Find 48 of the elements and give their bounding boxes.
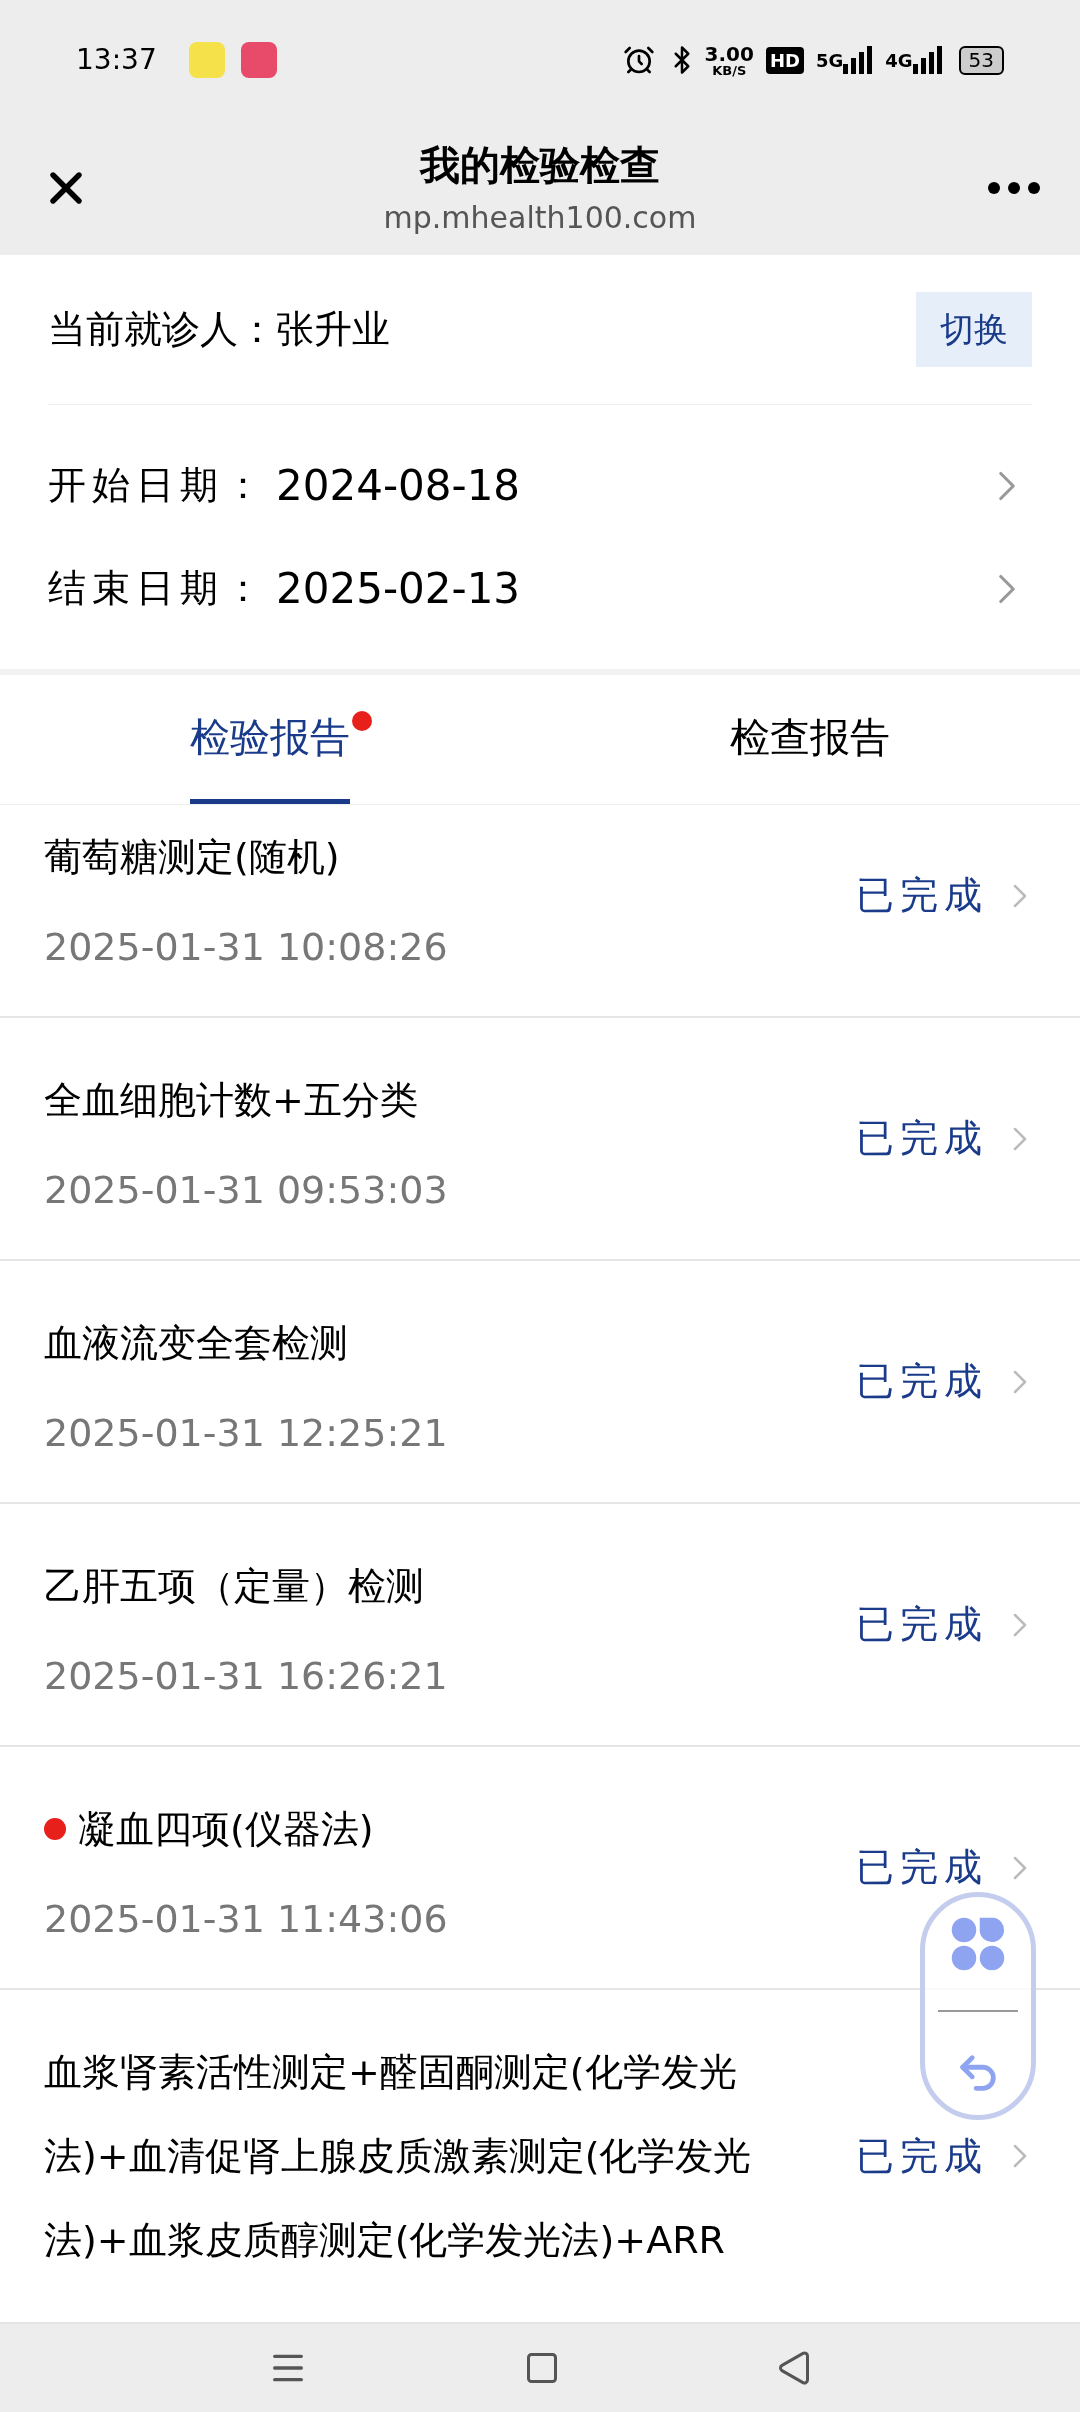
back-icon[interactable]	[776, 2350, 812, 2386]
report-status: 已完成	[856, 2132, 988, 2180]
report-row[interactable]: 葡萄糖测定(随机) 2025-01-31 10:08:26 已完成	[0, 805, 1080, 1018]
app-icon	[240, 42, 277, 78]
report-title: 血浆肾素活性测定+醛固酮测定(化学发光法)+血清促肾上腺皮质激素测定(化学发光法)+血浆皮质醇测定(化学发光法)+ARR	[44, 2049, 753, 2264]
page-url: mp.mhealth100.com	[383, 199, 697, 237]
report-time: 2025-01-31 10:08:26	[44, 924, 449, 971]
report-status: 已完成	[856, 872, 988, 919]
report-time: 2025-01-31 09:53:03	[44, 1167, 449, 1214]
date-row[interactable]: 结束日期： 2025-02-13	[48, 557, 1032, 620]
report-row[interactable]: 全血细胞计数+五分类 2025-01-31 09:53:03 已完成	[0, 1018, 1080, 1261]
date-row[interactable]: 开始日期： 2024-08-18	[48, 454, 1032, 517]
report-tab[interactable]: 检验报告	[190, 675, 350, 804]
home-icon[interactable]	[524, 2350, 560, 2386]
date-value: 2025-02-13	[276, 563, 521, 615]
report-time: 2025-01-31 16:26:21	[44, 1653, 449, 1700]
date-value: 2024-08-18	[276, 460, 521, 512]
clock: 13:37	[76, 42, 157, 78]
battery-icon: 53	[958, 45, 1004, 75]
network-speed: 3.00	[704, 43, 754, 64]
report-title: 全血细胞计数+五分类	[44, 1077, 418, 1124]
app-icon	[188, 42, 225, 78]
report-status: 已完成	[856, 1358, 988, 1405]
switch-button[interactable]: 切换	[916, 292, 1032, 367]
signal-icon	[912, 46, 943, 74]
more-icon	[988, 181, 1040, 194]
report-row[interactable]: 血液流变全套检测 2025-01-31 12:25:21 已完成	[0, 1261, 1080, 1504]
report-row[interactable]: 乙肝五项（定量）检测 2025-01-31 16:26:21 已完成	[0, 1504, 1080, 1747]
report-title: 凝血四项(仪器法)	[78, 1806, 374, 1853]
report-status: 已完成	[856, 1844, 988, 1891]
patient-label: 当前就诊人：张升业	[48, 306, 390, 353]
hd-badge: HD	[765, 46, 804, 74]
date-label: 结束日期：	[48, 565, 268, 612]
page-title: 我的检验检查	[420, 141, 660, 190]
signal-icon	[843, 46, 874, 74]
network-type: 4G	[885, 48, 913, 73]
network-type: 5G	[815, 48, 844, 73]
report-status: 已完成	[856, 1115, 988, 1162]
report-title: 乙肝五项（定量）检测	[44, 1563, 424, 1610]
alarm-icon	[622, 44, 655, 76]
speed-unit: KB/S	[712, 63, 747, 77]
report-time: 2025-01-31 11:43:06	[44, 1896, 449, 1943]
report-tab[interactable]: 检查报告	[730, 675, 890, 804]
report-status: 已完成	[856, 1601, 988, 1648]
report-title: 血液流变全套检测	[44, 1320, 348, 1367]
report-time: 2025-01-31 12:25:21	[44, 1410, 449, 1457]
report-title: 葡萄糖测定(随机)	[44, 834, 340, 881]
date-label: 开始日期：	[48, 462, 268, 509]
